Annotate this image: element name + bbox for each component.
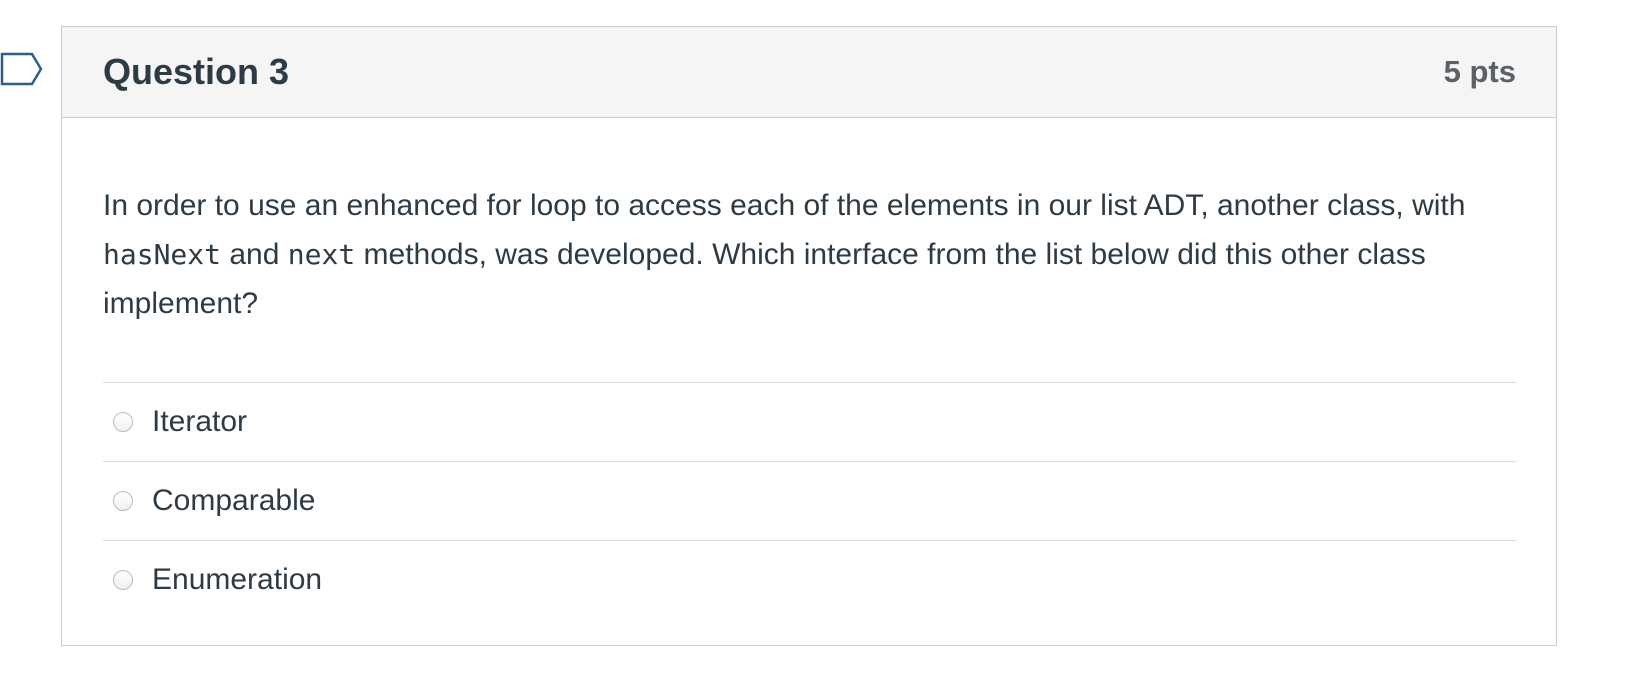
question-card: Question 3 5 pts In order to use an enha… — [61, 26, 1557, 646]
code-next: next — [287, 238, 356, 271]
flag-icon — [0, 52, 43, 86]
answer-label[interactable]: Iterator — [152, 405, 247, 439]
question-header: Question 3 5 pts — [62, 27, 1556, 118]
question-text: In order to use an enhanced for loop to … — [103, 118, 1516, 328]
question-text-part1: In order to use an enhanced for loop to … — [103, 189, 1466, 222]
question-title: Question 3 — [103, 51, 290, 92]
radio-button[interactable] — [113, 491, 133, 511]
flag-question-icon[interactable] — [0, 52, 44, 88]
answer-option-enumeration[interactable]: Enumeration — [103, 541, 1516, 619]
radio-button[interactable] — [113, 412, 133, 432]
answer-label[interactable]: Enumeration — [152, 563, 322, 597]
answer-label[interactable]: Comparable — [152, 484, 315, 518]
answer-option-comparable[interactable]: Comparable — [103, 462, 1516, 541]
code-hasnext: hasNext — [103, 238, 222, 271]
question-points: 5 pts — [1443, 54, 1516, 89]
answer-option-iterator[interactable]: Iterator — [103, 383, 1516, 462]
radio-button[interactable] — [113, 570, 133, 590]
question-body: In order to use an enhanced for loop to … — [62, 118, 1556, 619]
answer-list: Iterator Comparable Enumeration — [103, 382, 1516, 619]
question-text-part2: and — [221, 238, 288, 271]
